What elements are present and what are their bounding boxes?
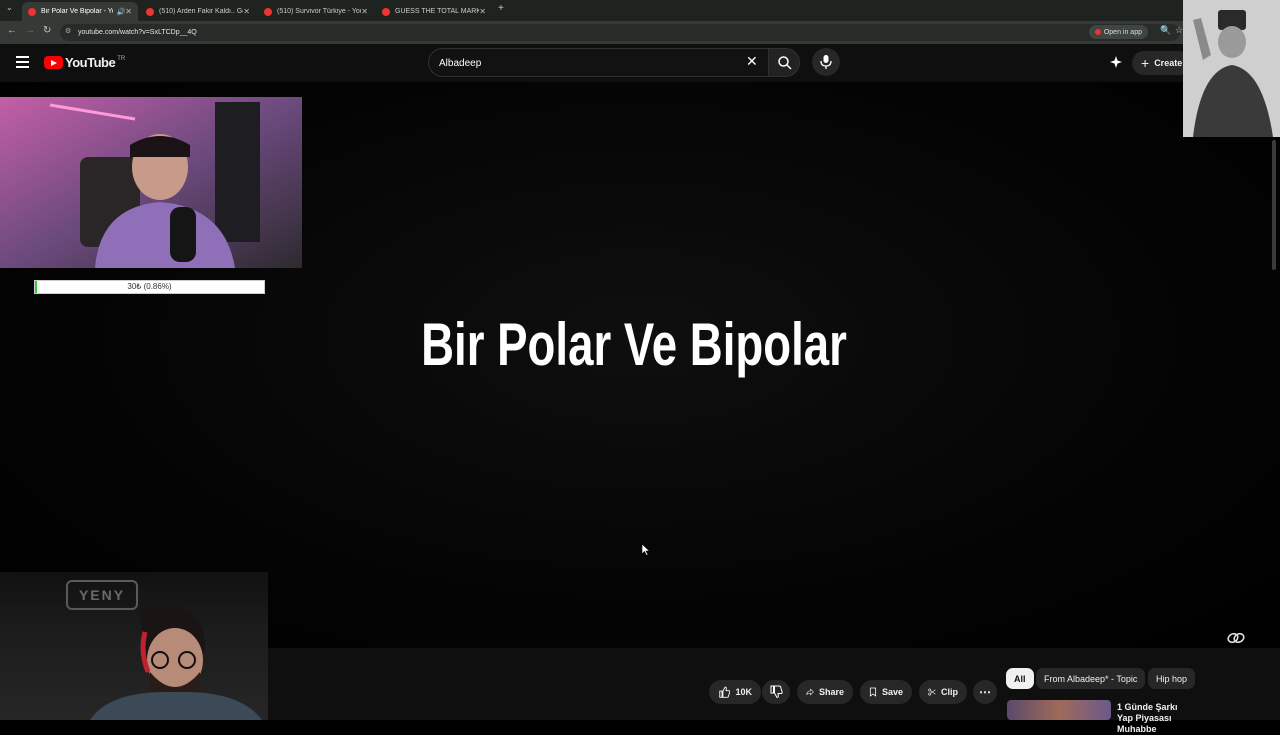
share-icon <box>806 688 814 696</box>
plus-icon: + <box>1141 55 1150 71</box>
person-figure <box>90 605 262 720</box>
share-label: Share <box>818 687 844 697</box>
tab-label: GUESS THE TOTAL MARKET VA <box>395 8 479 15</box>
portrait-figure <box>1183 0 1280 137</box>
speaker-icon[interactable]: 🔊 <box>117 8 126 16</box>
clip-button[interactable]: Clip <box>919 680 967 704</box>
forward-icon[interactable]: → <box>25 25 35 36</box>
reload-icon[interactable]: ↻ <box>43 25 51 36</box>
thumbs-down-icon <box>770 685 783 699</box>
portrait-image <box>1183 0 1280 137</box>
dislike-button[interactable] <box>762 680 790 704</box>
close-tab-icon[interactable]: ✕ <box>243 7 250 16</box>
youtube-favicon-icon <box>146 7 154 16</box>
recommendation-title[interactable]: 1 Günde Şarkı Yap Piyasası Muhabbe <box>1117 702 1189 735</box>
new-tab-button[interactable]: + <box>498 3 504 14</box>
zoom-icon[interactable]: 🔍 <box>1160 25 1171 36</box>
search-box <box>428 48 770 77</box>
address-bar-row: ← → ↻ ⚙ youtube.com/watch?v=SxLTCDp__4Q … <box>0 21 1280 44</box>
search-input[interactable] <box>439 54 729 72</box>
create-label: Create <box>1154 58 1183 68</box>
tab-survivor[interactable]: (510) Survivor Türkiye - YouTube ✕ <box>258 2 374 21</box>
url-text: youtube.com/watch?v=SxLTCDp__4Q <box>78 29 197 36</box>
youtube-favicon-icon <box>28 7 36 16</box>
browser-tab-strip: ⌄ Bir Polar Ve Bipolar - YouTube 🔊 ✕ (51… <box>0 0 1280 21</box>
tab-label: Bir Polar Ve Bipolar - YouTube <box>41 8 113 15</box>
voice-search-button[interactable] <box>812 48 840 76</box>
close-tab-icon[interactable]: ✕ <box>125 7 132 16</box>
search-icon <box>778 56 792 70</box>
save-button[interactable]: Save <box>860 680 912 704</box>
country-code: TR <box>117 55 126 62</box>
search-button[interactable] <box>768 48 800 77</box>
clip-label: Clip <box>941 687 958 697</box>
clear-search-icon[interactable]: ✕ <box>746 54 758 68</box>
streamer-webcam <box>0 97 302 268</box>
logo-word: YouTube <box>65 55 116 70</box>
hamburger-menu-icon[interactable] <box>16 56 29 68</box>
close-tab-icon[interactable]: ✕ <box>361 7 368 16</box>
page-scrollbar[interactable] <box>1272 140 1276 270</box>
youtube-favicon-icon <box>264 7 272 16</box>
scissors-icon <box>928 688 936 696</box>
donation-progress-bar: 30₺ (0.86%) <box>34 280 265 294</box>
link-icon <box>1227 632 1245 644</box>
thumbs-up-icon <box>719 686 731 698</box>
like-button[interactable]: 10K <box>709 680 761 704</box>
streamer-figure <box>0 97 302 268</box>
tab-list-icon[interactable]: ⌄ <box>6 3 13 12</box>
site-info-icon[interactable]: ⚙ <box>65 27 71 35</box>
tab-guess-market[interactable]: GUESS THE TOTAL MARKET VA ✕ <box>376 2 492 21</box>
chip-hip-hop[interactable]: Hip hop <box>1148 668 1196 689</box>
share-button[interactable]: Share <box>797 680 853 704</box>
save-label: Save <box>881 687 903 697</box>
tab-label: (510) Arden Fakir Kaldı.. Gerçe <box>159 8 243 15</box>
recommendation-thumbnail[interactable] <box>1007 700 1111 720</box>
sparkle-icon[interactable] <box>1109 55 1123 69</box>
like-count: 10K <box>735 687 752 697</box>
back-icon[interactable]: ← <box>7 25 17 36</box>
tab-label: (510) Survivor Türkiye - YouTube <box>277 8 361 15</box>
mouse-cursor-icon <box>642 544 650 556</box>
video-title-card: Bir Polar Ve Bipolar <box>421 311 847 378</box>
tab-bir-polar[interactable]: Bir Polar Ve Bipolar - YouTube 🔊 ✕ <box>22 2 138 21</box>
bookmark-star-icon[interactable]: ☆ <box>1175 25 1183 36</box>
open-in-app-label: Open in app <box>1103 28 1142 36</box>
close-tab-icon[interactable]: ✕ <box>479 7 486 16</box>
bookmark-icon <box>869 687 877 697</box>
second-webcam: YENY <box>0 572 268 720</box>
youtube-play-icon <box>44 56 63 69</box>
chip-all[interactable]: All <box>1006 668 1034 689</box>
tab-arden[interactable]: (510) Arden Fakir Kaldı.. Gerçe ✕ <box>140 2 256 21</box>
microphone-icon <box>820 55 832 69</box>
url-field[interactable]: ⚙ youtube.com/watch?v=SxLTCDp__4Q <box>60 24 1180 41</box>
more-actions-button[interactable]: ⋯ <box>973 680 997 704</box>
youtube-header: YouTube TR ✕ + Create <box>0 44 1280 82</box>
chip-from-albadeep[interactable]: From Albadeep* - Topic <box>1036 668 1146 689</box>
more-horizontal-icon: ⋯ <box>979 685 991 699</box>
youtube-logo[interactable]: YouTube TR <box>44 55 125 70</box>
open-in-app-button[interactable]: Open in app <box>1088 25 1148 39</box>
donation-progress-text: 30₺ (0.86%) <box>127 282 172 291</box>
app-icon <box>1094 29 1101 35</box>
youtube-favicon-icon <box>382 7 390 16</box>
